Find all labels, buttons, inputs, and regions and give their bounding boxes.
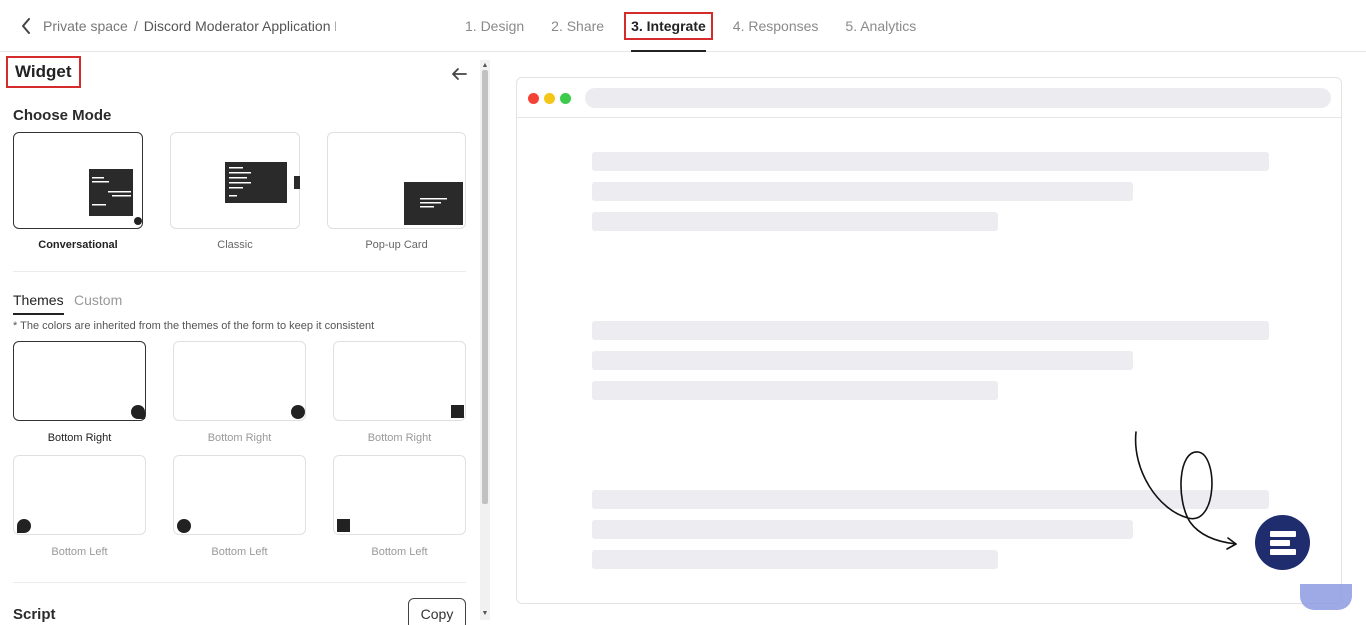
url-bar bbox=[585, 88, 1331, 108]
mode-card-classic[interactable] bbox=[170, 132, 300, 229]
mode-card-conversational[interactable] bbox=[13, 132, 143, 229]
maximize-dot-icon bbox=[560, 93, 571, 104]
conversational-preview-icon bbox=[89, 169, 133, 216]
placeholder-line bbox=[592, 321, 1269, 340]
step-analytics[interactable]: 5. Analytics bbox=[845, 0, 916, 52]
theme-card-bottom-left-circle[interactable] bbox=[173, 455, 306, 535]
step-integrate[interactable]: 3. Integrate bbox=[624, 0, 713, 52]
breadcrumb-current: Discord Moderator Application Form bbox=[143, 18, 336, 34]
panel-title: Widget bbox=[6, 56, 81, 88]
launcher-square-icon bbox=[451, 405, 464, 418]
launcher-dot-icon bbox=[134, 217, 142, 225]
theme-label: Bottom Left bbox=[371, 546, 428, 558]
browser-bar bbox=[517, 78, 1341, 118]
step-tabs: 1. Design 2. Share 3. Integrate 4. Respo… bbox=[465, 0, 943, 52]
theme-card-bottom-right-square[interactable] bbox=[333, 341, 466, 421]
mode-label-popup: Pop-up Card bbox=[365, 239, 428, 251]
theme-label: Bottom Left bbox=[211, 546, 268, 558]
classic-preview-icon bbox=[225, 162, 300, 203]
placeholder-line bbox=[592, 550, 998, 569]
placeholder-line bbox=[592, 152, 1269, 171]
step-label: 3. Integrate bbox=[624, 12, 713, 40]
placeholder-line bbox=[592, 182, 1133, 201]
arrow-doodle-icon bbox=[1134, 431, 1237, 550]
breadcrumb: Private space / Discord Moderator Applic… bbox=[43, 18, 336, 34]
top-bar: Private space / Discord Moderator Applic… bbox=[0, 0, 1366, 52]
launcher-rounded-icon bbox=[17, 519, 31, 533]
breadcrumb-separator: / bbox=[133, 18, 138, 34]
placeholder-line bbox=[592, 520, 1133, 539]
choose-mode-title: Choose Mode bbox=[13, 107, 112, 124]
close-dot-icon bbox=[528, 93, 539, 104]
launcher-square-icon bbox=[337, 519, 350, 532]
back-arrow-icon[interactable] bbox=[16, 16, 36, 36]
step-share[interactable]: 2. Share bbox=[551, 0, 604, 52]
theme-card-bottom-left-square[interactable] bbox=[333, 455, 466, 535]
theme-card-bottom-right-circle[interactable] bbox=[173, 341, 306, 421]
mode-card-popup[interactable] bbox=[327, 132, 466, 229]
step-label: 4. Responses bbox=[732, 18, 819, 34]
widget-panel: Widget Choose Mode Conversational Classi… bbox=[0, 52, 480, 625]
mode-label-conversational: Conversational bbox=[38, 239, 118, 251]
theme-label: Bottom Right bbox=[207, 432, 272, 444]
step-label: 1. Design bbox=[465, 18, 525, 34]
breadcrumb-parent[interactable]: Private space bbox=[43, 18, 128, 34]
popup-preview-icon bbox=[404, 182, 463, 225]
scrollbar-thumb[interactable] bbox=[482, 70, 488, 504]
placeholder-line bbox=[592, 212, 998, 231]
launcher-shadow bbox=[1300, 584, 1352, 610]
theme-card-bottom-right-rounded[interactable] bbox=[13, 341, 146, 421]
copy-button[interactable]: Copy bbox=[408, 598, 466, 625]
launcher-circle-icon bbox=[177, 519, 191, 533]
widget-launcher-button[interactable] bbox=[1255, 515, 1310, 570]
tab-themes[interactable]: Themes bbox=[13, 292, 64, 315]
mode-label-classic: Classic bbox=[217, 239, 253, 251]
form-launcher-icon bbox=[1269, 530, 1296, 555]
step-label: 2. Share bbox=[551, 18, 605, 34]
launcher-circle-icon bbox=[291, 405, 305, 419]
launcher-rounded-icon bbox=[131, 405, 145, 419]
placeholder-line bbox=[592, 351, 1133, 370]
step-design[interactable]: 1. Design bbox=[465, 0, 524, 52]
divider bbox=[13, 582, 466, 583]
placeholder-line bbox=[592, 381, 998, 400]
theme-label: Bottom Right bbox=[367, 432, 432, 444]
tab-custom[interactable]: Custom bbox=[74, 292, 122, 308]
divider bbox=[13, 271, 466, 272]
scroll-down-icon[interactable]: ▼ bbox=[480, 609, 490, 619]
script-title: Script bbox=[13, 606, 56, 623]
theme-card-bottom-left-rounded[interactable] bbox=[13, 455, 146, 535]
step-responses[interactable]: 4. Responses bbox=[733, 0, 819, 52]
step-label: 5. Analytics bbox=[845, 18, 917, 34]
themes-note: * The colors are inherited from the them… bbox=[13, 320, 375, 332]
theme-label: Bottom Left bbox=[51, 546, 108, 558]
theme-label: Bottom Right bbox=[47, 432, 112, 444]
collapse-arrow-icon[interactable] bbox=[450, 66, 468, 82]
minimize-dot-icon bbox=[544, 93, 555, 104]
